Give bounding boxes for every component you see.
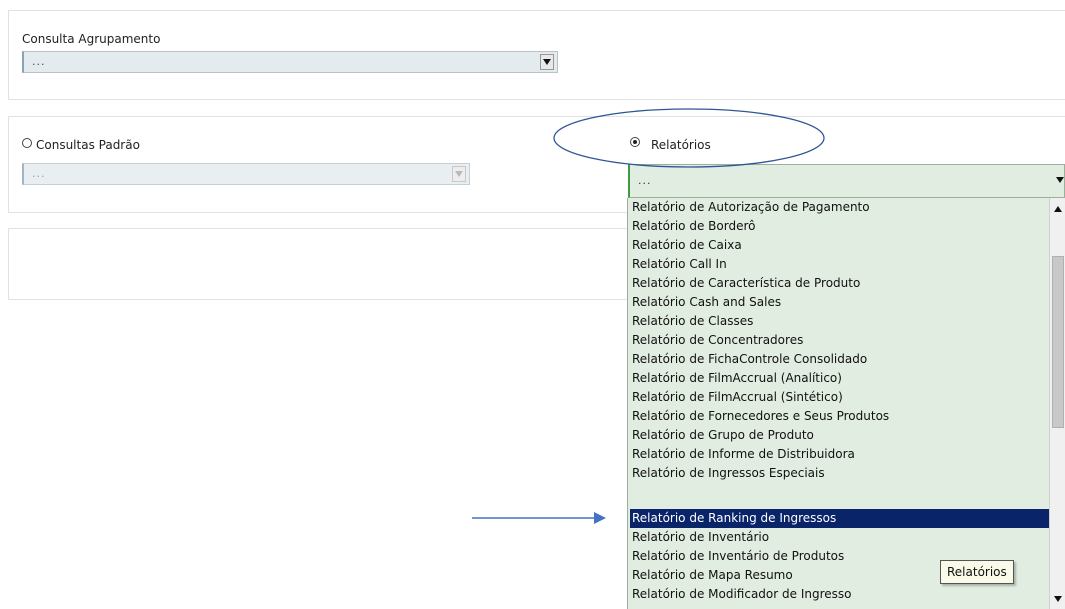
list-item[interactable]: Relatório de Informe de Distribuidora <box>630 445 1050 464</box>
reports-radio[interactable] <box>630 137 640 147</box>
grouping-dropdown-button[interactable] <box>540 54 554 70</box>
reports-dropdown-button[interactable] <box>1053 172 1065 188</box>
list-item[interactable]: Relatório de FichaControle Consolidado <box>630 350 1050 369</box>
grouping-label: Consulta Agrupamento <box>22 32 161 46</box>
list-item[interactable]: Relatório Cash and Sales <box>630 293 1050 312</box>
scroll-down-button[interactable] <box>1053 592 1063 606</box>
standard-queries-label: Consultas Padrão <box>36 138 140 152</box>
list-item[interactable]: Relatório Call In <box>630 255 1050 274</box>
reports-dropdown-list[interactable]: Relatório de Autorização de Pagamento Re… <box>627 198 1050 609</box>
list-item[interactable]: Relatório de FilmAccrual (Analítico) <box>630 369 1050 388</box>
scrollbar-thumb[interactable] <box>1052 256 1064 428</box>
standard-queries-select-value: ... <box>32 167 46 180</box>
standard-queries-dropdown-button[interactable] <box>452 166 466 182</box>
reports-select[interactable]: ... <box>628 164 1065 198</box>
list-item[interactable]: Relatório de FilmAccrual (Sintético) <box>630 388 1050 407</box>
list-item[interactable]: Relatório de Caixa <box>630 236 1050 255</box>
reports-select-value: ... <box>638 174 652 187</box>
list-item[interactable]: Relatório de Modificador de Ingresso <box>630 585 1050 604</box>
chevron-down-icon <box>1056 177 1064 183</box>
list-item[interactable]: Relatório de Inventário <box>630 528 1050 547</box>
dropdown-scrollbar[interactable] <box>1049 198 1065 609</box>
grouping-select-value: ... <box>32 55 46 68</box>
list-item[interactable]: Relatório de Concentradores <box>630 331 1050 350</box>
chevron-down-icon <box>1054 596 1062 602</box>
list-item[interactable]: Relatório de Autorização de Pagamento <box>630 198 1050 217</box>
scroll-up-button[interactable] <box>1053 202 1063 216</box>
list-item[interactable]: Relatório de Classes <box>630 312 1050 331</box>
chevron-up-icon <box>1054 206 1062 212</box>
list-item[interactable]: Relatório de Borderô <box>630 217 1050 236</box>
standard-queries-select[interactable]: ... <box>22 163 470 185</box>
chevron-down-icon <box>455 171 463 177</box>
standard-queries-radio[interactable] <box>22 138 32 148</box>
list-item[interactable]: Relatório de Característica de Produto <box>630 274 1050 293</box>
list-item[interactable]: Relatório de Grupo de Produto <box>630 426 1050 445</box>
pointer-arrow-head <box>594 512 606 524</box>
chevron-down-icon <box>543 59 551 65</box>
reports-label: Relatórios <box>651 138 711 152</box>
list-item[interactable]: Relatório de Fornecedores e Seus Produto… <box>630 407 1050 426</box>
list-item[interactable]: Relatório de Ingressos Especiais <box>630 464 1050 483</box>
grouping-select[interactable]: ... <box>22 51 558 73</box>
list-item-selected[interactable]: Relatório de Ranking de Ingressos <box>630 509 1050 528</box>
reports-tooltip: Relatórios <box>940 560 1014 584</box>
